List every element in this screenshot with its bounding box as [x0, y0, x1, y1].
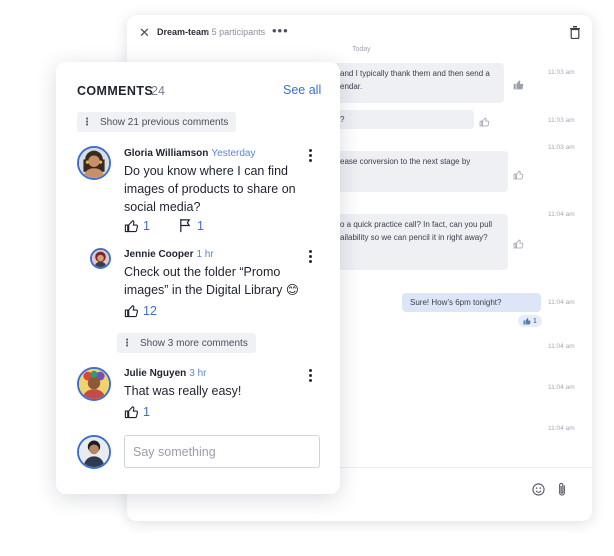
chat-message: o a quick practice call? In fact, can yo…	[334, 214, 508, 270]
message-time: 11:03 am	[548, 117, 575, 124]
chat-message: ease conversion to the next stage by	[334, 151, 508, 192]
comment-menu-icon[interactable]	[309, 369, 313, 383]
message-time: 11:04 am	[548, 211, 575, 218]
flag-button[interactable]: 1	[178, 218, 204, 233]
comment-text: Do you know where I can find images of p…	[124, 164, 296, 214]
message-time: 11:04 am	[548, 343, 575, 350]
current-user-avatar[interactable]	[77, 435, 111, 469]
chat-message: ?	[334, 110, 474, 129]
comments-panel: COMMENTS 24 See all ⋮ Show 21 previous c…	[56, 62, 340, 494]
comment-author: Julie Nguyen 3 hr	[124, 368, 207, 379]
message-time: 11:04 am	[548, 384, 575, 391]
comment-text: Check out the folder “Promo images” in t…	[124, 265, 299, 297]
thumbs-up-icon	[124, 406, 139, 419]
comment-input[interactable]	[124, 435, 320, 468]
show-more-comments-button[interactable]: ⋮ Show 3 more comments	[117, 333, 256, 353]
more-options-icon[interactable]: •••	[272, 23, 289, 38]
thumbs-up-icon[interactable]	[513, 167, 524, 180]
comments-title: COMMENTS	[77, 84, 154, 98]
like-button[interactable]: 1	[124, 218, 150, 233]
chat-participants: • 5 participants	[206, 27, 266, 37]
like-button[interactable]: 12	[124, 303, 157, 318]
thumbs-up-icon[interactable]	[513, 77, 524, 90]
flag-icon	[180, 218, 191, 233]
avatar[interactable]	[90, 248, 111, 269]
thumbs-up-icon[interactable]	[479, 114, 490, 127]
show-previous-comments-button[interactable]: ⋮ Show 21 previous comments	[77, 112, 236, 132]
comment-author: Jennie Cooper 1 hr	[124, 249, 214, 260]
chat-message-own: Sure! How’s 6pm tonight?	[402, 293, 541, 312]
vertical-dots-icon: ⋮	[82, 116, 92, 128]
comment-menu-icon[interactable]	[309, 250, 313, 264]
see-all-link[interactable]: See all	[283, 83, 321, 97]
message-time: 11:03 am	[548, 69, 575, 76]
comment-author: Gloria Williamson Yesterday	[124, 148, 256, 159]
trash-icon[interactable]	[570, 26, 580, 39]
thumbs-up-icon	[124, 305, 139, 318]
thumbs-up-icon	[124, 220, 139, 233]
like-button[interactable]: 1	[124, 404, 150, 419]
day-separator: Today	[352, 46, 371, 53]
message-time: 11:04 am	[548, 299, 575, 306]
avatar[interactable]	[77, 146, 111, 180]
reaction-badge[interactable]: 1	[518, 315, 542, 327]
comments-count: 24	[151, 84, 165, 98]
chat-title: Dream-team	[157, 27, 210, 37]
thumbs-up-icon[interactable]	[513, 236, 524, 249]
emoji-icon[interactable]	[532, 483, 545, 496]
message-time: 11:04 am	[548, 425, 575, 432]
comment-time: 1 hr	[196, 249, 214, 260]
comment-text: That was really easy!	[124, 384, 242, 398]
comment-time: Yesterday	[211, 148, 256, 159]
thumbs-up-icon	[523, 318, 531, 325]
message-time: 11:03 am	[548, 144, 575, 151]
comment-time: 3 hr	[189, 368, 207, 379]
avatar[interactable]	[77, 367, 111, 401]
chat-message: and I typically thank them and then send…	[334, 63, 504, 103]
attachment-icon[interactable]	[557, 482, 567, 497]
close-icon[interactable]: ✕	[139, 26, 150, 40]
comment-menu-icon[interactable]	[309, 149, 313, 163]
vertical-dots-icon: ⋮	[122, 337, 132, 349]
